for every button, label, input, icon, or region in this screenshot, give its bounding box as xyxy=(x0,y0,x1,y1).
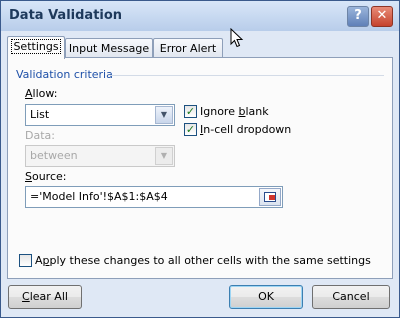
cancel-button[interactable]: Cancel xyxy=(312,285,390,309)
data-select: between ▼ xyxy=(25,145,175,167)
data-label: Data: xyxy=(25,129,55,142)
dialog-title: Data Validation xyxy=(9,8,123,23)
apply-all-checkbox[interactable] xyxy=(19,254,32,267)
title-bar[interactable]: Data Validation ? ✕ xyxy=(1,1,399,31)
group-divider xyxy=(110,75,384,76)
allow-label: Allow: xyxy=(25,87,58,100)
clear-all-button[interactable]: Clear All xyxy=(8,285,82,309)
range-select-icon[interactable] xyxy=(259,188,281,206)
help-button[interactable]: ? xyxy=(347,6,369,27)
ignore-blank-label[interactable]: Ignore blank xyxy=(200,105,269,118)
incell-dropdown-checkbox[interactable]: ✓ xyxy=(184,123,197,136)
source-label: Source: xyxy=(25,170,67,183)
chevron-down-icon[interactable]: ▼ xyxy=(155,106,173,124)
tab-error-alert-label: Error Alert xyxy=(159,42,217,55)
data-validation-dialog: Data Validation ? ✕ Settings Input Messa… xyxy=(0,0,400,318)
tab-settings[interactable]: Settings xyxy=(7,36,65,59)
ok-button[interactable]: OK xyxy=(229,285,303,309)
chevron-down-icon: ▼ xyxy=(155,147,173,165)
data-value: between xyxy=(30,149,78,162)
source-value: ='Model Info'!$A$1:$A$4 xyxy=(30,190,168,203)
apply-all-label[interactable]: Apply these changes to all other cells w… xyxy=(35,254,371,267)
tab-settings-label: Settings xyxy=(11,39,61,54)
tab-error-alert[interactable]: Error Alert xyxy=(153,38,223,58)
tab-input-message-label: Input Message xyxy=(68,42,150,55)
tab-input-message[interactable]: Input Message xyxy=(65,38,153,58)
source-input[interactable]: ='Model Info'!$A$1:$A$4 xyxy=(25,186,283,208)
ignore-blank-checkbox[interactable]: ✓ xyxy=(184,105,197,118)
incell-dropdown-label[interactable]: In-cell dropdown xyxy=(200,123,291,136)
close-button[interactable]: ✕ xyxy=(371,6,393,27)
allow-value: List xyxy=(30,108,50,121)
validation-criteria-heading: Validation criteria xyxy=(16,68,113,81)
mouse-pointer-icon xyxy=(230,28,244,48)
settings-panel: Validation criteria Allow: List ▼ ✓ Igno… xyxy=(7,57,393,279)
allow-select[interactable]: List ▼ xyxy=(25,104,175,126)
